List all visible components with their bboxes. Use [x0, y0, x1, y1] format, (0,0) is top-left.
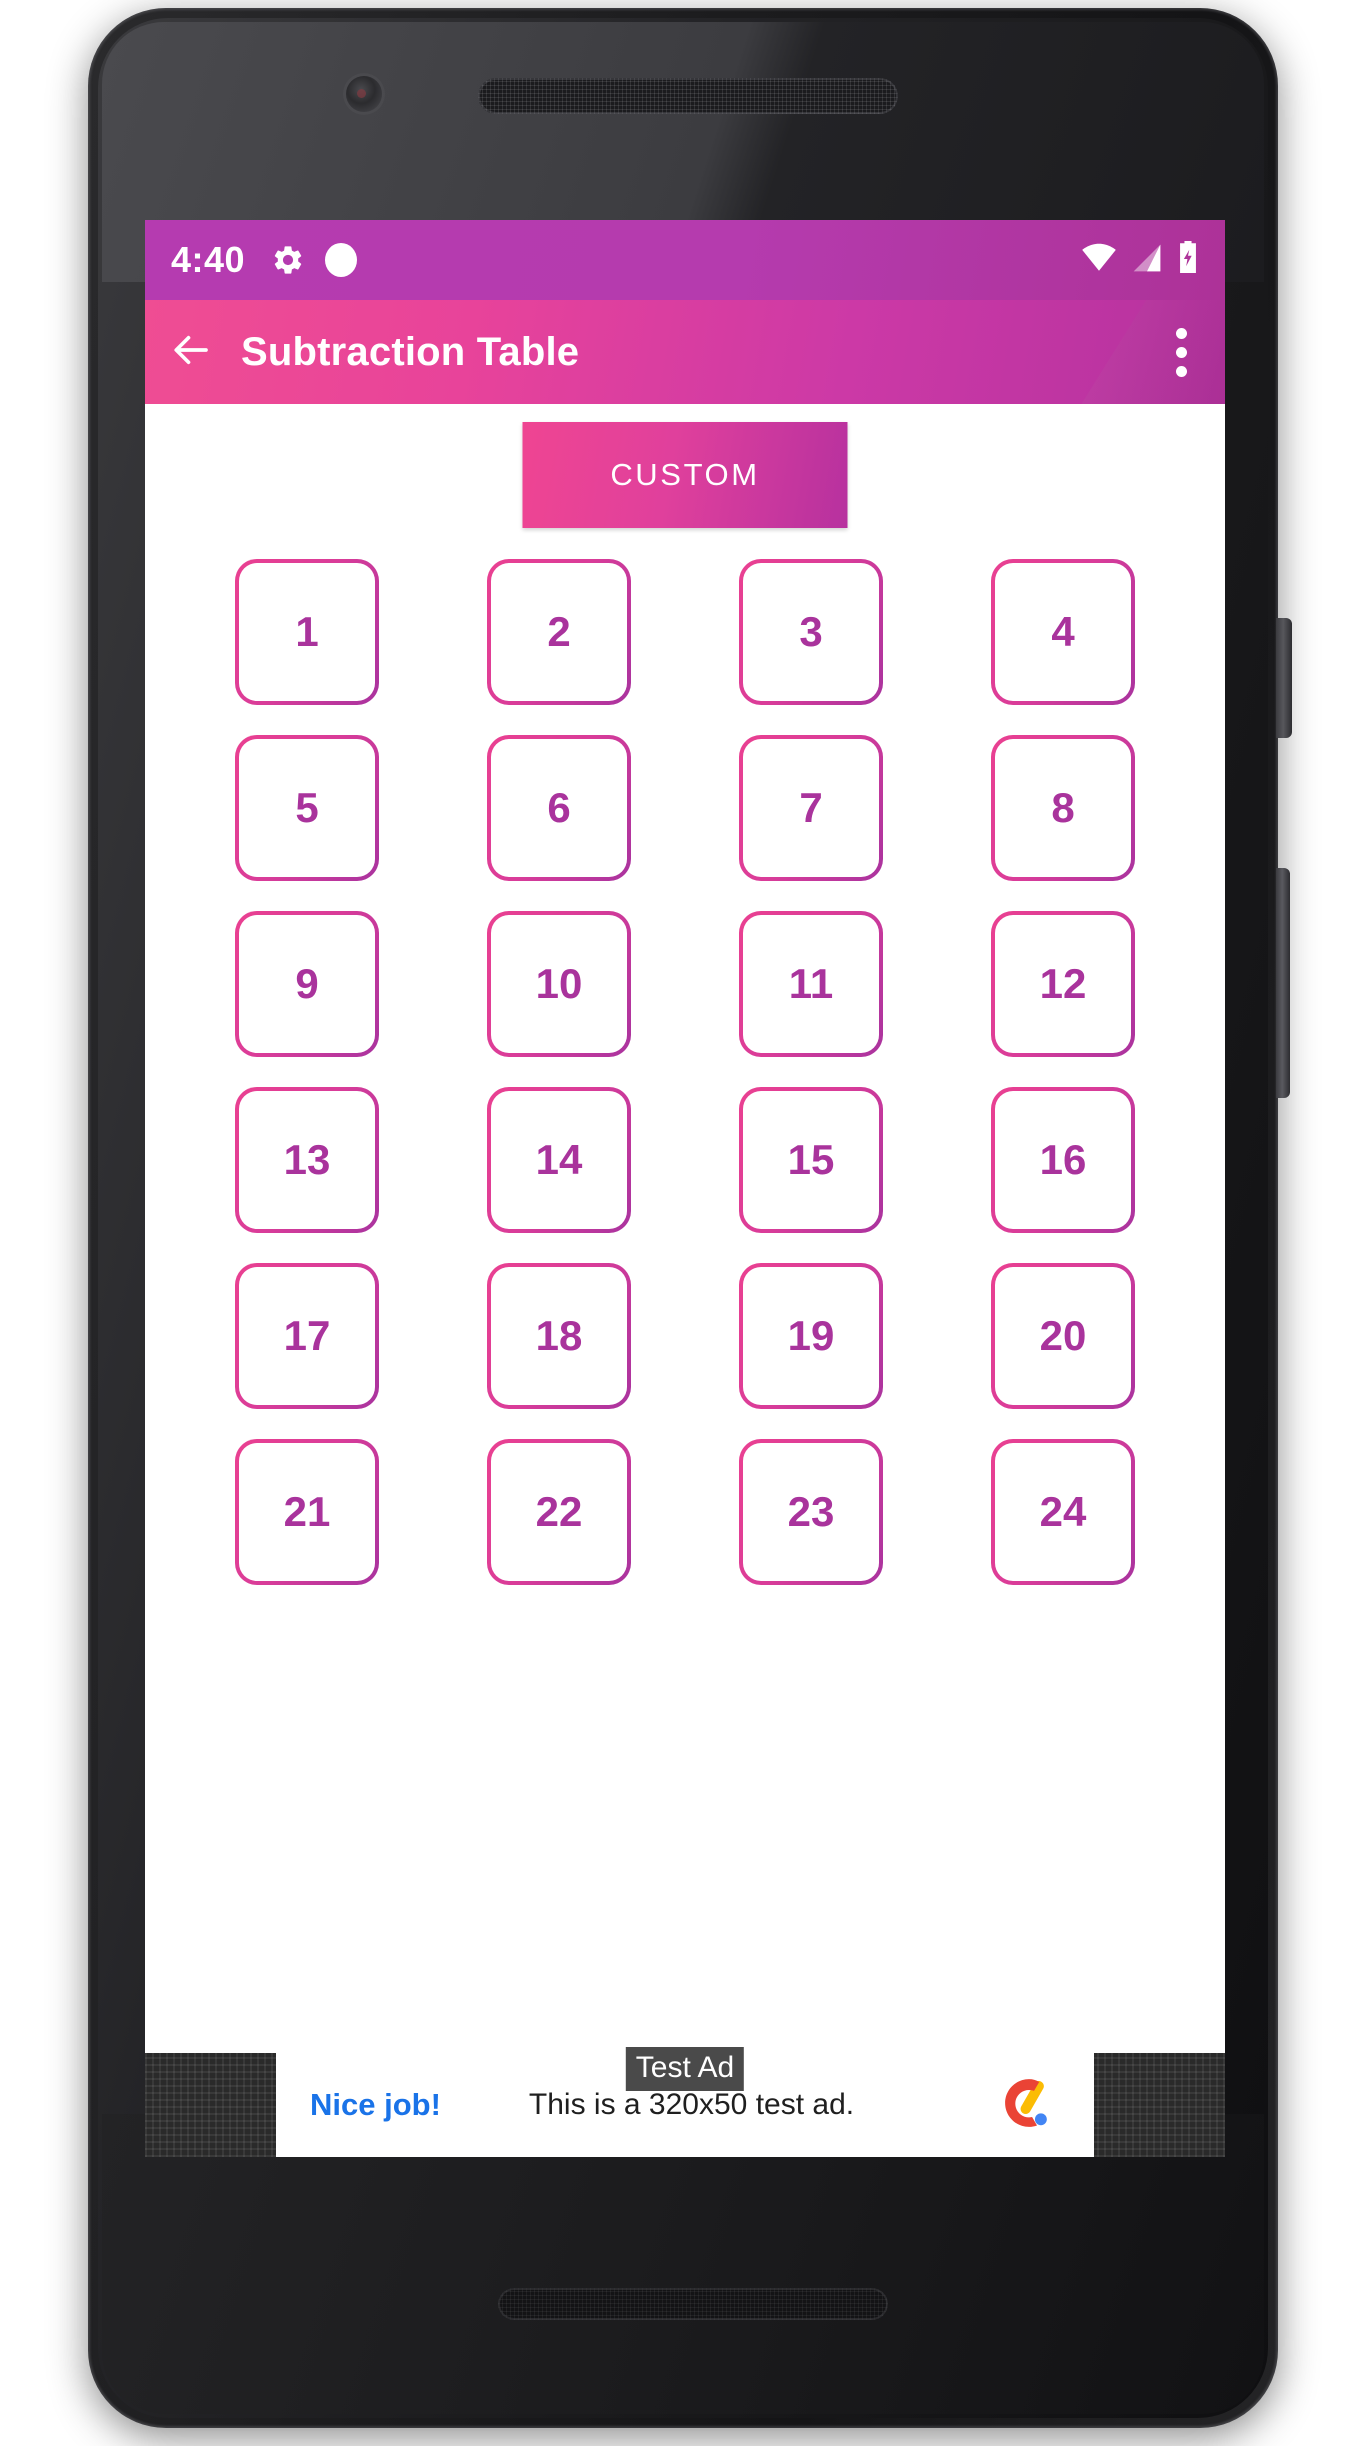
number-cell[interactable]: 24 — [991, 1439, 1135, 1585]
number-cell-label: 10 — [535, 960, 583, 1007]
number-grid: 1 2 3 4 5 6 7 8 9 10 11 12 13 14 15 16 17 18 19 20 21 22 23 24 — [145, 559, 1225, 1585]
number-cell-label: 12 — [1039, 960, 1087, 1007]
gear-icon — [271, 243, 305, 277]
number-cell[interactable]: 1 — [235, 559, 379, 705]
front-camera-icon — [346, 76, 382, 112]
main-content: CUSTOM 1 2 3 4 5 6 7 8 9 10 11 12 13 14 15 16 17 18 19 20 21… — [145, 404, 1225, 2053]
overflow-dot — [1176, 327, 1187, 339]
number-cell-label: 11 — [788, 960, 834, 1007]
number-cell-label: 13 — [283, 1136, 331, 1183]
status-bar-clock: 4:40 — [171, 239, 246, 280]
number-cell-label: 18 — [535, 1312, 583, 1359]
number-cell[interactable]: 19 — [739, 1263, 883, 1409]
wifi-icon — [1081, 243, 1117, 278]
number-cell[interactable]: 12 — [991, 911, 1135, 1057]
number-cell[interactable]: 8 — [991, 735, 1135, 881]
admob-logo-icon — [998, 2072, 1060, 2139]
number-cell[interactable]: 11 — [739, 911, 883, 1057]
number-cell[interactable]: 7 — [739, 735, 883, 881]
status-bar-left-icons — [271, 243, 358, 277]
number-cell-label: 9 — [295, 960, 319, 1007]
number-cell[interactable]: 20 — [991, 1263, 1135, 1409]
number-cell[interactable]: 23 — [739, 1439, 883, 1585]
back-arrow-icon[interactable] — [171, 329, 213, 376]
power-button[interactable] — [1276, 618, 1292, 738]
ad-banner[interactable]: Nice job! This is a 320x50 test ad. Test… — [145, 2047, 1225, 2157]
number-cell[interactable]: 21 — [235, 1439, 379, 1585]
overflow-dot — [1176, 346, 1187, 358]
custom-button[interactable]: CUSTOM — [522, 422, 848, 528]
phone-screen: 4:40 Subtraction Table CUSTOM 1 2 3 4 5 … — [145, 220, 1225, 2157]
number-cell-label: 16 — [1039, 1136, 1087, 1183]
number-cell-label: 7 — [799, 784, 823, 831]
number-cell[interactable]: 16 — [991, 1087, 1135, 1233]
number-cell[interactable]: 3 — [739, 559, 883, 705]
ad-cta-link[interactable]: Nice job! — [310, 2087, 441, 2123]
number-cell-label: 15 — [787, 1136, 835, 1183]
number-cell[interactable]: 2 — [487, 559, 631, 705]
overflow-menu-icon[interactable] — [1164, 318, 1199, 387]
number-cell[interactable]: 5 — [235, 735, 379, 881]
number-cell-label: 19 — [787, 1312, 835, 1359]
volume-rocker-button[interactable] — [1276, 868, 1290, 1098]
number-cell-label: 22 — [535, 1488, 583, 1535]
number-cell-label: 2 — [547, 608, 571, 655]
number-cell-label: 23 — [787, 1488, 835, 1535]
number-cell[interactable]: 14 — [487, 1087, 631, 1233]
number-cell-label: 21 — [283, 1488, 331, 1535]
phone-bottom-glass — [102, 2114, 1264, 2414]
number-cell-label: 17 — [283, 1312, 331, 1359]
page-title: Subtraction Table — [241, 329, 580, 374]
number-cell-label: 24 — [1039, 1488, 1087, 1535]
number-cell[interactable]: 6 — [487, 735, 631, 881]
number-cell-label: 1 — [295, 608, 319, 655]
number-cell[interactable]: 18 — [487, 1263, 631, 1409]
bottom-speaker-grille — [498, 2288, 888, 2320]
number-cell-label: 14 — [535, 1136, 583, 1183]
number-cell-label: 4 — [1051, 608, 1075, 655]
number-cell-label: 6 — [547, 784, 571, 831]
cellular-signal-icon — [1131, 243, 1163, 278]
overflow-dot — [1176, 365, 1187, 377]
number-cell-label: 8 — [1051, 784, 1075, 831]
number-cell-label: 20 — [1039, 1312, 1087, 1359]
app-bar: Subtraction Table — [145, 300, 1225, 404]
number-cell[interactable]: 10 — [487, 911, 631, 1057]
number-cell[interactable]: 22 — [487, 1439, 631, 1585]
status-bar: 4:40 — [145, 220, 1225, 300]
number-cell[interactable]: 15 — [739, 1087, 883, 1233]
ad-content[interactable]: Nice job! This is a 320x50 test ad. Test… — [276, 2047, 1094, 2157]
white-dot-icon — [325, 243, 358, 277]
number-cell[interactable]: 17 — [235, 1263, 379, 1409]
ad-test-badge: Test Ad — [625, 2047, 745, 2091]
number-cell[interactable]: 9 — [235, 911, 379, 1057]
earpiece-speaker-grille — [478, 78, 898, 114]
number-cell[interactable]: 4 — [991, 559, 1135, 705]
number-cell-label: 5 — [295, 784, 319, 831]
status-bar-right-icons — [1081, 240, 1199, 280]
number-cell[interactable]: 13 — [235, 1087, 379, 1233]
number-cell-label: 3 — [799, 608, 823, 655]
battery-charging-icon — [1177, 240, 1199, 280]
ad-body-text: This is a 320x50 test ad. — [528, 2088, 855, 2121]
